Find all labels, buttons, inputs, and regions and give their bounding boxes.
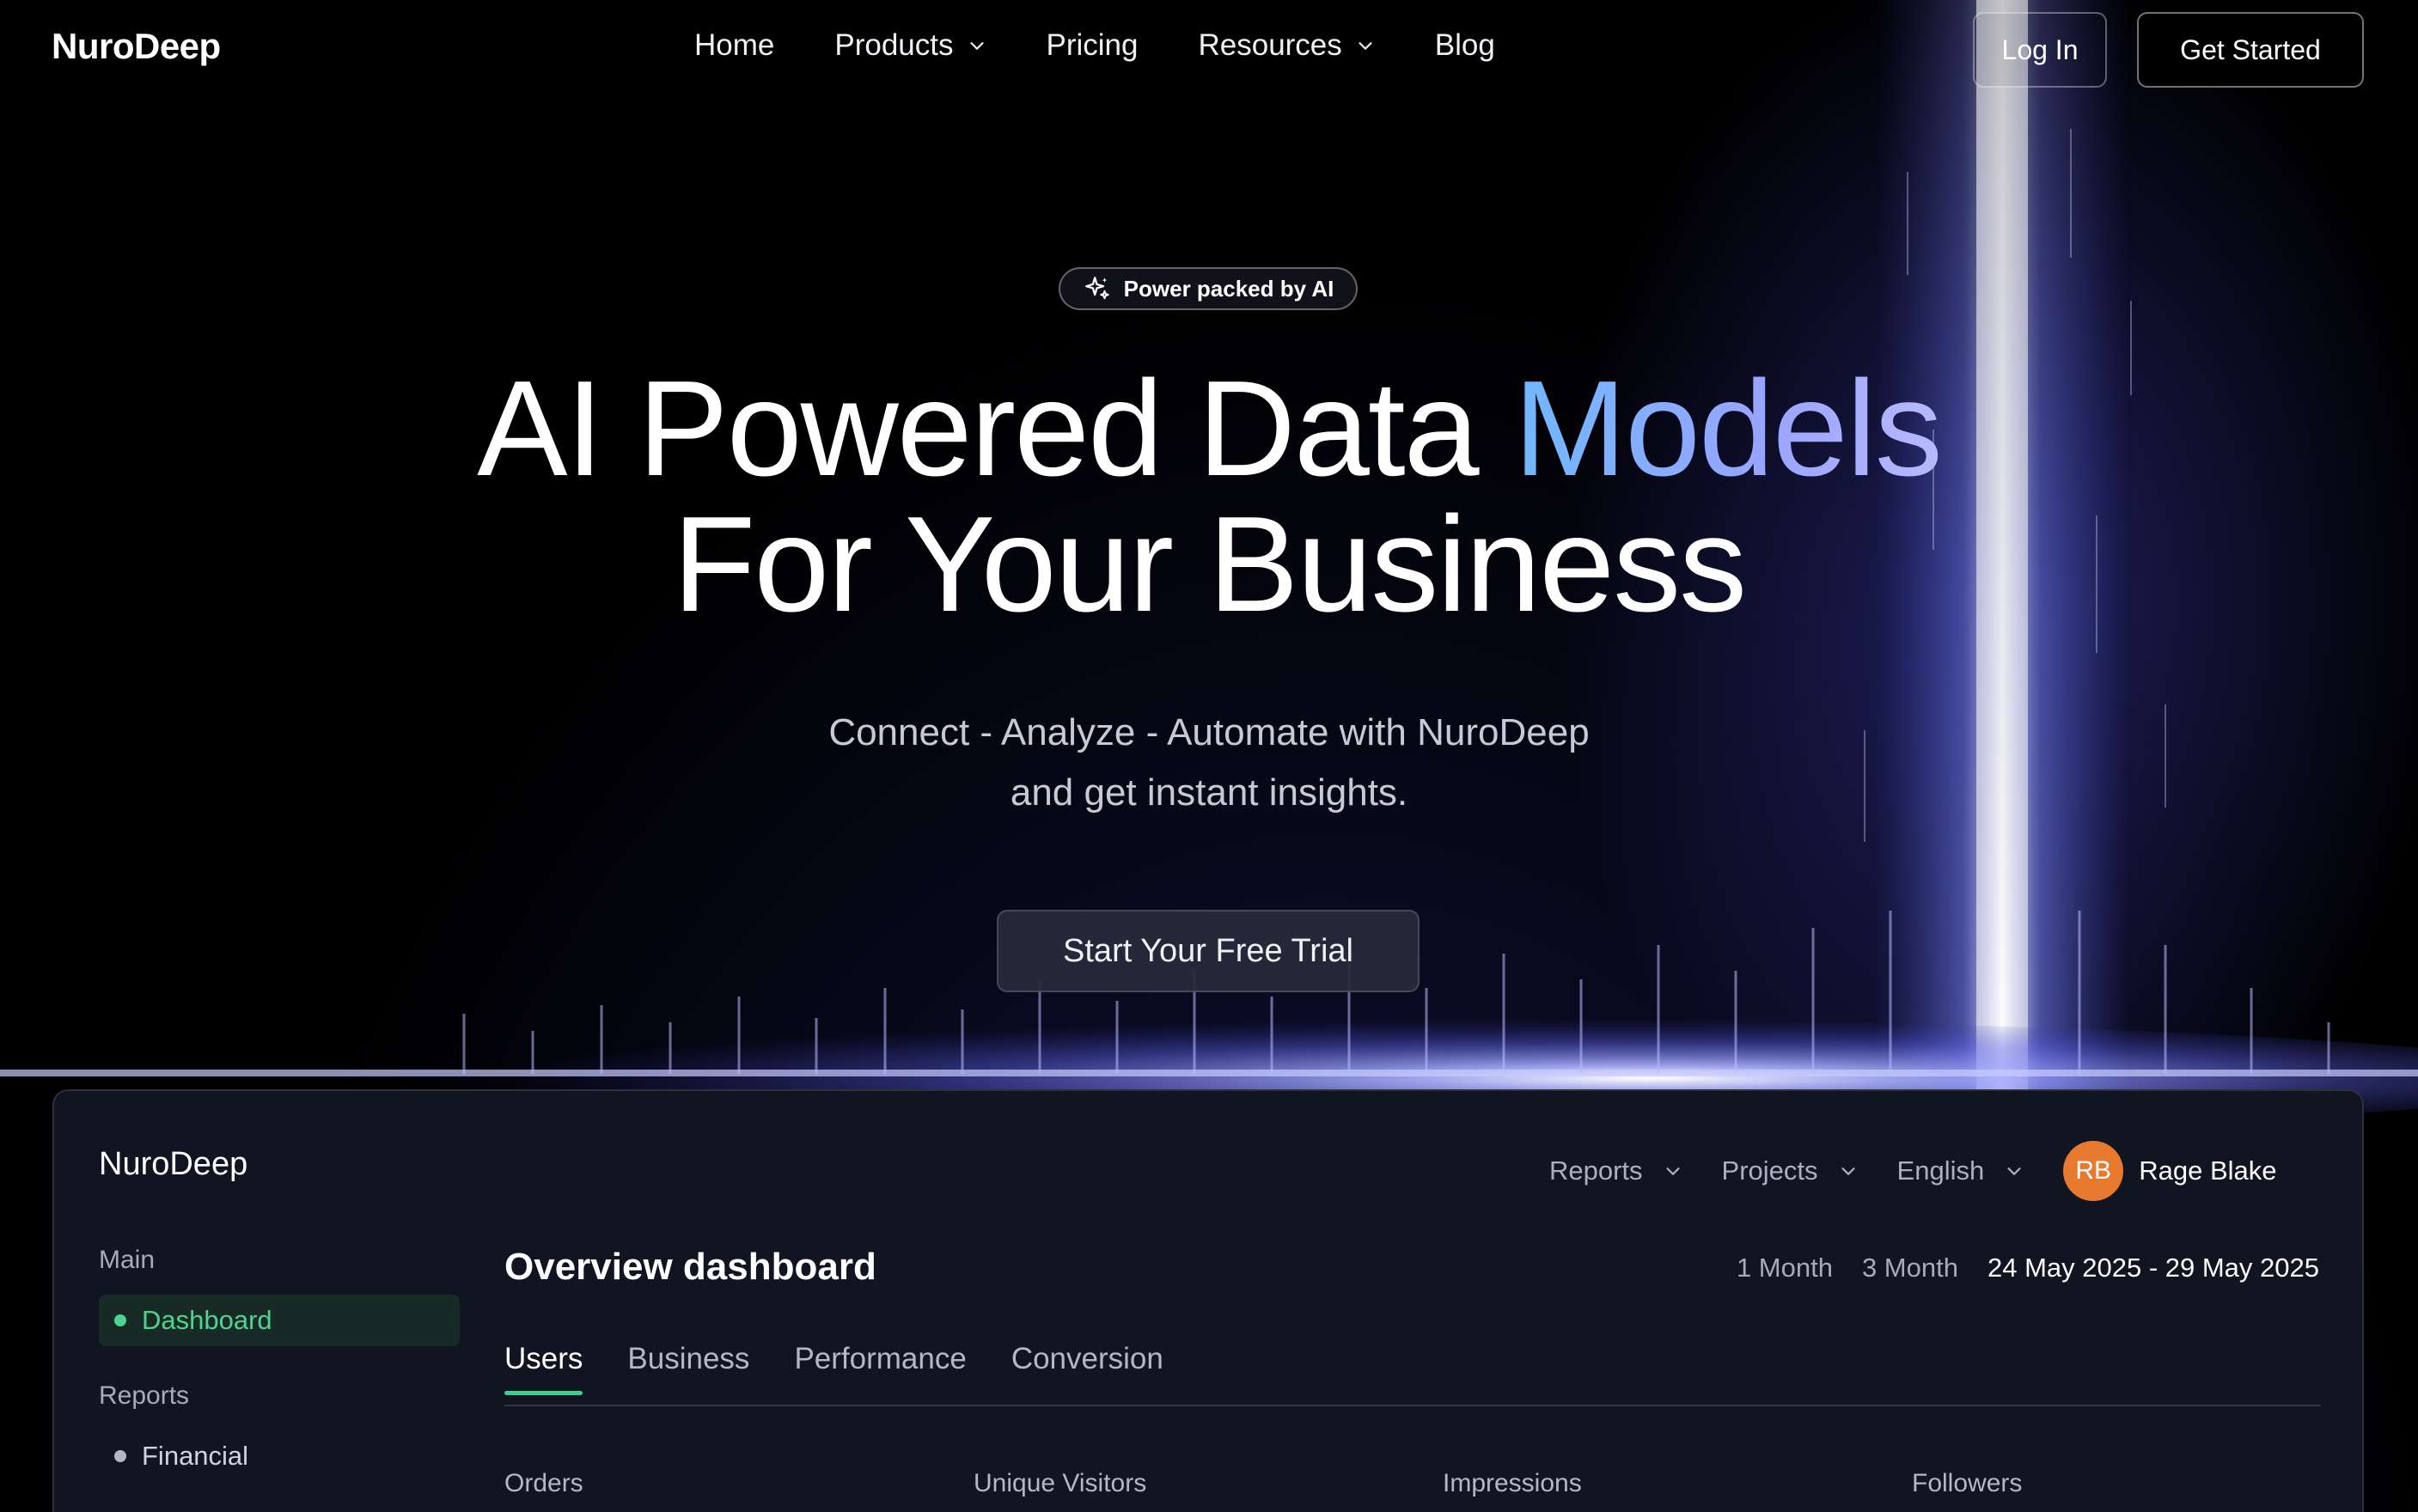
nav-link-label: Blog (1434, 28, 1495, 62)
chevron-down-icon (1841, 1168, 1855, 1175)
nav-link-label: Products (834, 28, 954, 62)
hero-title-line-2: For Your Business (672, 489, 1747, 640)
metric-unique-visitors: Unique Visitors (974, 1469, 1147, 1497)
sidebar-heading-reports: Reports (99, 1381, 190, 1410)
brand-logo[interactable]: NuroDeep (52, 26, 221, 67)
top-nav: NuroDeep Home Products Pricing Resources (0, 0, 2418, 99)
chevron-down-icon (1359, 42, 1372, 50)
tab-performance[interactable]: Performance (794, 1342, 966, 1395)
sidebar-heading-main: Main (99, 1246, 156, 1274)
nav-link-label: Home (694, 28, 775, 62)
nav-links: Home Products Pricing Resources Blog (694, 28, 1495, 63)
nav-link-label: Resources (1198, 28, 1342, 62)
dropdown-label: English (1896, 1155, 1985, 1186)
bullet-dot (114, 1450, 126, 1462)
hero-subtitle-line-2: and get instant insights. (1010, 771, 1408, 814)
dropdown-label: Reports (1549, 1155, 1643, 1186)
nav-link-products[interactable]: Products (834, 28, 986, 63)
badge-label: Power packed by AI (1123, 275, 1334, 302)
user-name[interactable]: Rage Blake (2139, 1155, 2276, 1186)
chevron-down-icon (2007, 1168, 2021, 1175)
page-title: Overview dashboard (504, 1246, 876, 1288)
metric-orders: Orders (504, 1469, 583, 1497)
hero-title-plain: AI Powered Data (477, 353, 1514, 504)
date-range-picker[interactable]: 24 May 2025 - 29 May 2025 (1988, 1253, 2319, 1283)
tab-users[interactable]: Users (504, 1342, 583, 1395)
dashboard-preview: NuroDeep Reports Projects English RB Rag… (52, 1089, 2364, 1512)
range-1-month[interactable]: 1 Month (1737, 1253, 1833, 1283)
nav-link-label: Pricing (1046, 28, 1139, 62)
hero-title: AI Powered Data Models For Your Business (0, 361, 2418, 632)
sidebar-item-label: Dashboard (142, 1305, 272, 1335)
dashboard-header-controls: Reports Projects English RB Rage Blake (1549, 1141, 2277, 1201)
nav-link-home[interactable]: Home (694, 28, 774, 63)
start-trial-button[interactable]: Start Your Free Trial (997, 910, 1420, 992)
nav-link-blog[interactable]: Blog (1435, 28, 1495, 63)
sidebar-item-financial[interactable]: Financial (99, 1430, 460, 1482)
dashboard-logo[interactable]: NuroDeep (99, 1146, 247, 1183)
hero-subtitle-line-1: Connect - Analyze - Automate with NuroDe… (828, 711, 1590, 753)
hero-title-accent: Models (1513, 353, 1942, 504)
tab-divider (504, 1405, 2321, 1406)
projects-dropdown[interactable]: Projects (1722, 1155, 1858, 1186)
ai-badge: Power packed by AI (1059, 267, 1358, 310)
get-started-button[interactable]: Get Started (2137, 12, 2364, 88)
login-button[interactable]: Log In (1973, 12, 2107, 88)
sparkle-icon (1084, 277, 1109, 300)
range-3-month[interactable]: 3 Month (1862, 1253, 1958, 1283)
sidebar-item-dashboard[interactable]: Dashboard (99, 1295, 460, 1346)
dashboard-tabs: Users Business Performance Conversion (504, 1342, 1163, 1395)
metric-impressions: Impressions (1443, 1469, 1582, 1497)
sidebar-item-label: Financial (142, 1441, 249, 1471)
avatar[interactable]: RB (2063, 1141, 2124, 1201)
hero-subtitle: Connect - Analyze - Automate with NuroDe… (0, 703, 2418, 823)
nav-link-pricing[interactable]: Pricing (1047, 28, 1139, 63)
nav-link-resources[interactable]: Resources (1198, 28, 1374, 63)
chevron-down-icon (969, 42, 984, 50)
hero-title-line-1: AI Powered Data Models (0, 361, 2418, 497)
landing-page: NuroDeep Home Products Pricing Resources (0, 0, 2418, 1512)
metrics-row: Orders Unique Visitors Impressions Follo… (504, 1469, 2362, 1498)
reports-dropdown[interactable]: Reports (1549, 1155, 1682, 1186)
tab-conversion[interactable]: Conversion (1011, 1342, 1163, 1395)
metric-followers: Followers (1912, 1469, 2023, 1497)
chevron-down-icon (1665, 1168, 1680, 1175)
language-dropdown[interactable]: English (1897, 1155, 2024, 1186)
tab-business[interactable]: Business (627, 1342, 749, 1395)
status-dot (114, 1314, 126, 1326)
dropdown-label: Projects (1721, 1155, 1818, 1186)
date-range-controls: 1 Month 3 Month 24 May 2025 - 29 May 202… (1737, 1253, 2319, 1283)
